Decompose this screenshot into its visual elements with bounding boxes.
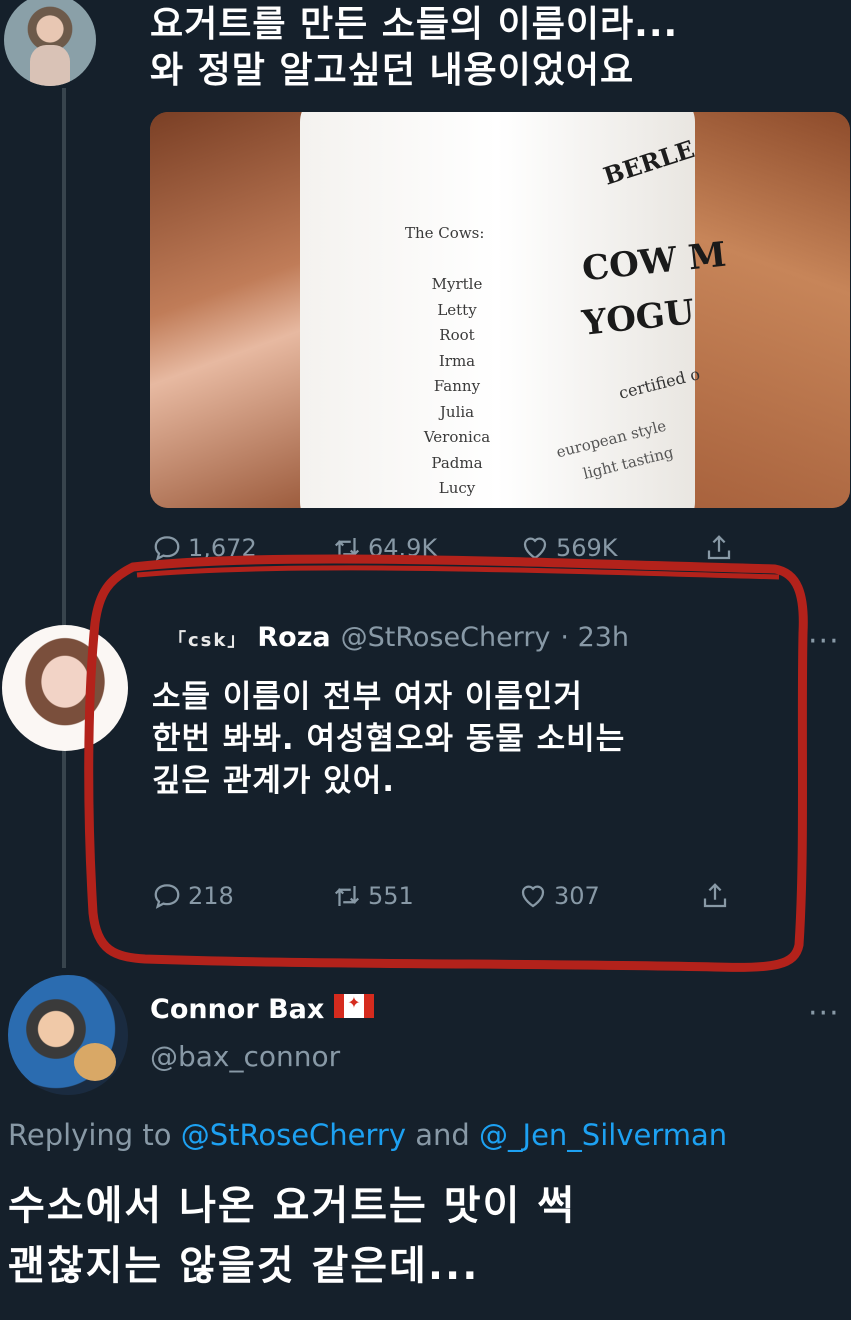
avatar-cat-shape <box>74 1043 116 1081</box>
share-button[interactable] <box>700 881 730 911</box>
retweet-icon <box>334 886 360 906</box>
tweet-timestamp[interactable]: · 23h <box>560 622 629 653</box>
retweet-count: 551 <box>368 882 414 910</box>
tweet3-text: 수소에서 나온 요거트는 맛이 썩 괜찮지는 않을것 같은데... <box>8 1176 838 1296</box>
cow-name-list: Myrtle Letty Root Irma Fanny Julia Veron… <box>412 272 502 502</box>
cow-name: Irma <box>438 351 476 370</box>
tweet2-text: 소들 이름이 전부 여자 이름인거 한번 봐봐. 여성혐오와 동물 소비는 깊은… <box>152 676 812 802</box>
cow-name: Lucy <box>438 479 476 497</box>
retweet-count: 64.9K <box>368 534 438 562</box>
tweet1-photo[interactable]: The Cows: Myrtle Letty Root Irma Fanny J… <box>150 112 850 508</box>
more-icon[interactable]: ··· <box>808 624 840 659</box>
like-icon <box>523 537 547 560</box>
thread-connector-line <box>62 88 66 968</box>
tweet1-text-line1: 요거트를 만든 소들의 이름이라... <box>150 4 679 45</box>
mention-link[interactable]: @StRoseCherry <box>181 1118 406 1152</box>
tweet3-text-line1: 수소에서 나온 요거트는 맛이 썩 <box>8 1183 577 1229</box>
author-prefix-badge: 「csk」 <box>168 630 248 651</box>
canada-flag-icon <box>334 993 375 1018</box>
cow-name: Letty <box>437 300 477 319</box>
reply-count: 1,672 <box>188 534 257 562</box>
cow-name: Root <box>439 326 475 344</box>
author-handle[interactable]: @bax_connor <box>150 1040 340 1073</box>
tweet2-author-row: 「csk」 Roza @StRoseCherry · 23h <box>168 622 629 653</box>
share-button[interactable] <box>704 533 734 563</box>
tweet1-text-line2: 와 정말 알고싶던 내용이었어요 <box>150 50 635 91</box>
mention-link[interactable]: @_Jen_Silverman <box>479 1118 727 1152</box>
replying-prefix: Replying to <box>8 1118 181 1152</box>
cow-name: Fanny <box>433 377 481 395</box>
retweet-button[interactable]: 551 <box>332 881 414 911</box>
photo-wood-right <box>690 112 850 508</box>
reply-icon <box>154 536 180 561</box>
cow-name: Myrtle <box>431 275 483 293</box>
like-icon <box>521 885 545 908</box>
replying-and: and <box>406 1118 480 1152</box>
replying-to-line: Replying to @StRoseCherry and @_Jen_Silv… <box>8 1118 727 1152</box>
reply-button[interactable]: 218 <box>152 881 234 911</box>
tweet1-text: 요거트를 만든 소들의 이름이라... 와 정말 알고싶던 내용이었어요 <box>150 2 840 94</box>
share-icon <box>703 883 727 908</box>
author-display-name[interactable]: Connor Bax <box>150 994 324 1025</box>
tweet2-text-line1: 소들 이름이 전부 여자 이름인거 <box>152 679 583 715</box>
cow-name: Julia <box>439 402 475 421</box>
avatar-tweet1[interactable] <box>4 0 96 86</box>
like-count: 569K <box>556 534 618 562</box>
share-icon <box>707 535 731 560</box>
tweet3-text-line2: 괜찮지는 않을것 같은데... <box>8 1243 480 1289</box>
retweet-icon <box>334 538 360 558</box>
reply-button[interactable]: 1,672 <box>152 533 257 563</box>
like-count: 307 <box>554 882 600 910</box>
author-display-name[interactable]: Roza <box>257 622 330 653</box>
cows-heading: The Cows: <box>405 224 485 242</box>
cow-name: Padma <box>431 453 483 472</box>
reply-count: 218 <box>188 882 234 910</box>
tweet2-text-line2: 한번 봐봐. 여성혐오와 동물 소비는 <box>152 721 626 757</box>
tweet2-text-line3: 깊은 관계가 있어. <box>152 763 396 799</box>
retweet-button[interactable]: 64.9K <box>332 533 437 563</box>
avatar-tweet2[interactable] <box>2 625 128 751</box>
cow-name: Veronica <box>423 428 491 446</box>
author-handle[interactable]: @StRoseCherry <box>341 622 551 653</box>
like-button[interactable]: 307 <box>518 881 600 911</box>
more-icon[interactable]: ··· <box>808 996 840 1031</box>
tweet1-action-bar: 1,672 64.9K 569K <box>152 530 752 566</box>
like-button[interactable]: 569K <box>520 533 618 563</box>
avatar-tweet3[interactable] <box>8 975 128 1095</box>
reply-icon <box>154 884 180 909</box>
tweet3-author-row: Connor Bax <box>150 993 375 1025</box>
photo-wood-left <box>150 112 315 508</box>
tweet2-action-bar: 218 551 307 <box>152 876 752 916</box>
